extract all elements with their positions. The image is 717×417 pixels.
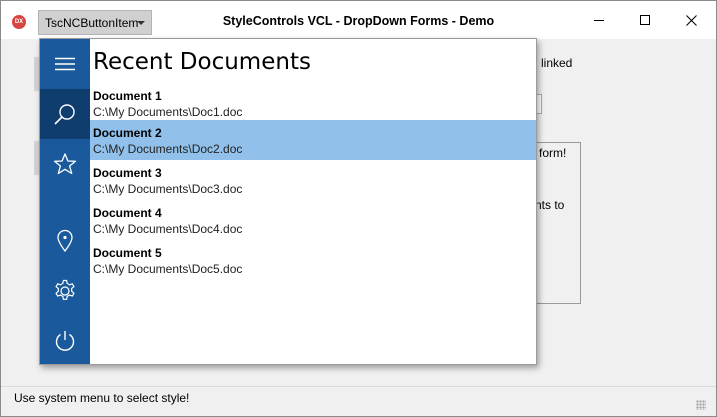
power-icon [55, 331, 75, 351]
background-panel: form! nts to [531, 142, 581, 304]
list-item[interactable]: Document 2 C:\My Documents\Doc2.doc [90, 120, 536, 160]
document-title: Document 1 [93, 89, 162, 103]
recent-documents-dropdown: Recent Documents Document 1 C:\My Docume… [39, 38, 537, 365]
close-icon [685, 14, 697, 26]
document-path: C:\My Documents\Doc2.doc [93, 142, 243, 156]
maximize-button[interactable] [622, 1, 668, 39]
minimize-icon [593, 19, 604, 21]
list-item[interactable]: Document 1 C:\My Documents\Doc1.doc [90, 83, 536, 123]
dropdown-content: Recent Documents Document 1 C:\My Docume… [90, 39, 536, 364]
document-title: Document 3 [93, 166, 162, 180]
background-label: linked [541, 56, 573, 70]
document-title: Document 4 [93, 206, 162, 220]
background-panel-text: form! [539, 146, 567, 160]
list-item[interactable]: Document 5 C:\My Documents\Doc5.doc [90, 240, 536, 280]
sidebar-menu-button[interactable] [40, 39, 90, 89]
list-item[interactable]: Document 3 C:\My Documents\Doc3.doc [90, 160, 536, 200]
sidebar-location-button[interactable] [40, 216, 90, 266]
document-path: C:\My Documents\Doc5.doc [93, 262, 243, 276]
hamburger-menu-icon [55, 57, 75, 71]
document-path: C:\My Documents\Doc4.doc [93, 222, 243, 236]
size-grip-icon[interactable] [696, 400, 706, 410]
sidebar-favorites-button[interactable] [40, 139, 90, 189]
location-pin-icon [57, 229, 73, 253]
minimize-button[interactable] [576, 1, 622, 39]
search-icon [54, 104, 75, 125]
star-icon [53, 153, 77, 175]
gear-icon [55, 279, 75, 300]
document-path: C:\My Documents\Doc3.doc [93, 182, 243, 196]
status-bar: Use system menu to select style! [1, 386, 716, 416]
list-item[interactable]: Document 4 C:\My Documents\Doc4.doc [90, 200, 536, 240]
close-button[interactable] [668, 1, 714, 39]
dropdown-sidebar [40, 39, 90, 364]
status-text: Use system menu to select style! [14, 391, 190, 405]
app-window: DX TscNCButtonItem StyleControls VCL - D… [0, 0, 717, 417]
maximize-icon [639, 14, 650, 25]
title-bar: DX TscNCButtonItem StyleControls VCL - D… [1, 1, 716, 39]
background-panel-text: nts to [535, 198, 565, 212]
document-path: C:\My Documents\Doc1.doc [93, 105, 243, 119]
page-title: Recent Documents [93, 49, 311, 75]
sidebar-power-button[interactable] [40, 316, 90, 366]
sidebar-settings-button[interactable] [40, 266, 90, 316]
sidebar-search-button[interactable] [40, 89, 90, 139]
document-title: Document 5 [93, 246, 162, 260]
document-title: Document 2 [93, 126, 162, 140]
